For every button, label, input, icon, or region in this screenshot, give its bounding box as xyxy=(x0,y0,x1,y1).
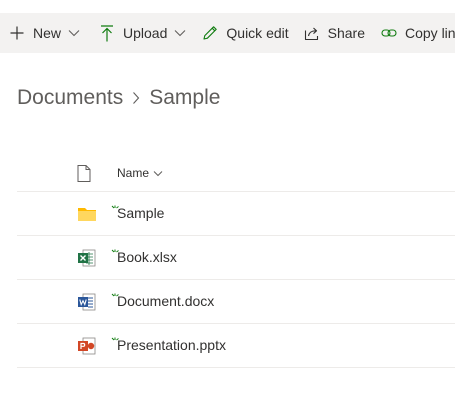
file-name[interactable]: Presentation.pptx xyxy=(117,337,226,353)
file-type-column-icon[interactable] xyxy=(77,165,91,187)
copy-link-button[interactable]: Copy link xyxy=(381,13,455,53)
link-icon xyxy=(381,25,397,41)
file-name[interactable]: Sample xyxy=(117,205,164,221)
list-item[interactable]: Book.xlsx xyxy=(17,236,455,280)
new-button-label: New xyxy=(33,25,62,41)
breadcrumb: Documents Sample xyxy=(17,86,220,110)
share-button-label: Share xyxy=(327,25,365,41)
breadcrumb-item-documents[interactable]: Documents xyxy=(17,86,123,110)
quick-edit-button-label: Quick edit xyxy=(226,25,289,41)
pencil-icon xyxy=(202,25,218,41)
copy-link-button-label: Copy link xyxy=(405,25,455,41)
upload-button-label: Upload xyxy=(123,25,168,41)
word-file-icon xyxy=(77,292,97,312)
name-column-header[interactable]: Name xyxy=(117,166,163,180)
share-icon xyxy=(304,25,320,41)
upload-button[interactable]: Upload xyxy=(99,13,186,53)
file-name[interactable]: Book.xlsx xyxy=(117,249,177,265)
file-name[interactable]: Document.docx xyxy=(117,293,214,309)
chevron-down-icon xyxy=(174,29,186,37)
chevron-down-icon xyxy=(153,170,163,177)
name-column-label: Name xyxy=(117,166,150,180)
list-item[interactable]: Presentation.pptx xyxy=(17,324,455,368)
list-item[interactable]: Sample xyxy=(17,192,455,236)
file-list: Name Sample Book.xlsx Document.docx Pres… xyxy=(17,153,455,368)
breadcrumb-item-sample[interactable]: Sample xyxy=(149,86,220,110)
list-header: Name xyxy=(17,153,455,192)
powerpoint-file-icon xyxy=(77,336,97,356)
chevron-down-icon xyxy=(68,29,80,37)
command-bar: New Upload Quick edit Share Copy lin xyxy=(0,13,455,53)
plus-icon xyxy=(9,25,25,41)
share-button[interactable]: Share xyxy=(304,13,365,53)
excel-file-icon xyxy=(77,248,97,268)
list-item[interactable]: Document.docx xyxy=(17,280,455,324)
page: New Upload Quick edit Share Copy lin Doc… xyxy=(0,0,455,403)
upload-arrow-icon xyxy=(99,24,115,41)
folder-icon xyxy=(77,204,97,224)
new-button[interactable]: New xyxy=(9,13,80,53)
quick-edit-button[interactable]: Quick edit xyxy=(202,13,289,53)
chevron-right-icon xyxy=(132,91,140,105)
